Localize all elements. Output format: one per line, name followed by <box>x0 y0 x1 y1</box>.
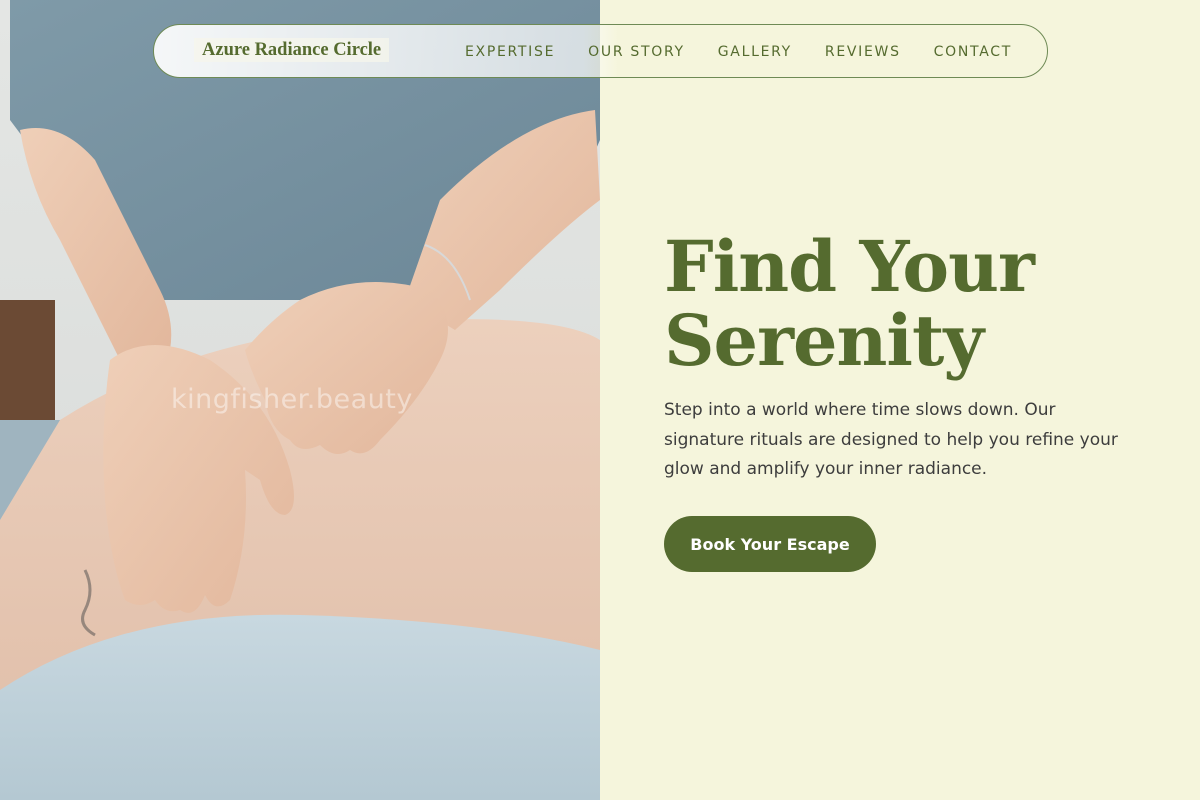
nav-link-our-story[interactable]: OUR STORY <box>588 42 685 62</box>
book-your-escape-button[interactable]: Book Your Escape <box>664 516 876 572</box>
hero-title-line-1: Find Your <box>664 225 1035 308</box>
hero-title: Find Your Serenity <box>664 230 1164 378</box>
nav-link-gallery[interactable]: GALLERY <box>718 42 792 62</box>
hero-description: Step into a world where time slows down.… <box>664 400 1118 479</box>
nav-link-expertise[interactable]: EXPERTISE <box>465 42 555 62</box>
nav-links: EXPERTISE OUR STORY GALLERY REVIEWS CONT… <box>465 42 1012 62</box>
hero-image: kingfisher.beauty <box>0 0 600 800</box>
image-watermark: kingfisher.beauty <box>171 384 413 415</box>
top-navigation: Azure Radiance Circle EXPERTISE OUR STOR… <box>153 24 1048 78</box>
hero-title-line-2: Serenity <box>664 299 984 382</box>
brand-logo[interactable]: Azure Radiance Circle <box>194 38 390 62</box>
nav-link-contact[interactable]: CONTACT <box>934 42 1012 62</box>
nav-link-reviews[interactable]: REVIEWS <box>825 42 901 62</box>
